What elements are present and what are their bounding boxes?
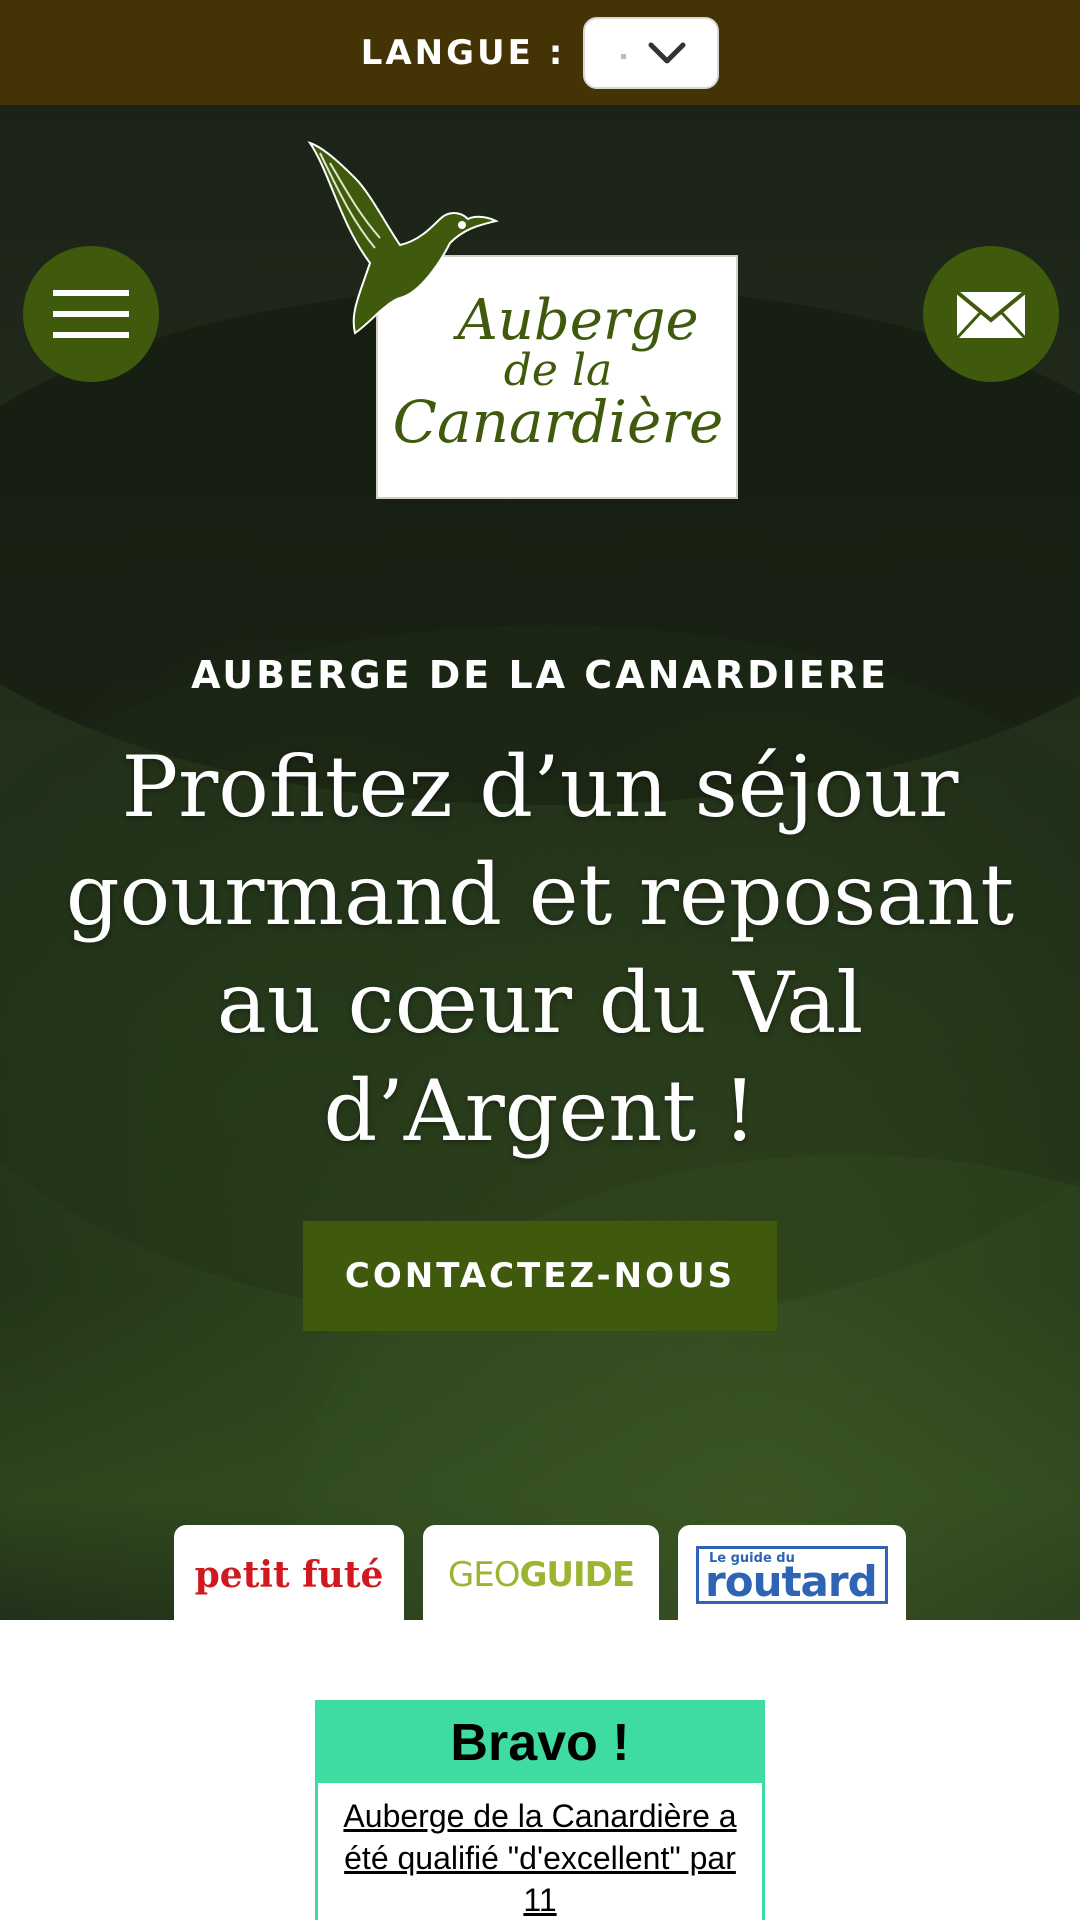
geoguide-logo-part-1: GEO [447,1555,521,1595]
hero-headline: Profitez d’un séjour gourmand et reposan… [65,738,1015,1160]
guide-badges: petit futé GEOGUIDE Le guide du routard [0,1525,1080,1620]
flag-icon [621,53,627,59]
hero-eyebrow: AUBERGE DE LA CANARDIERE [191,653,889,697]
logo-line-3: Canardière [392,388,724,456]
bravo-review-link[interactable]: Auberge de la Canardière a été qualifié … [318,1783,762,1920]
menu-button[interactable] [23,246,159,382]
routard-logo: Le guide du routard [696,1546,888,1606]
language-label: LANGUE : [360,32,566,73]
logo-line-2: de la [503,345,613,396]
geoguide-badge[interactable]: GEOGUIDE [423,1525,659,1620]
envelope-icon [955,290,1027,340]
language-select[interactable] [583,16,720,89]
routard-badge[interactable]: Le guide du routard [678,1525,906,1620]
routard-big-text: routard [705,1557,878,1606]
chevron-down-icon [648,42,686,63]
petit-fute-logo: petit futé [194,1554,384,1596]
contact-mail-button[interactable] [923,246,1059,382]
logo-line-1: Auberge [457,288,699,353]
geoguide-logo: GEOGUIDE [447,1555,635,1595]
contact-us-button[interactable]: CONTACTEZ-NOUS [303,1221,777,1331]
petit-fute-badge[interactable]: petit futé [174,1525,404,1620]
hero-section: Auberge de la Canardière AUBERGE DE LA C… [0,105,1080,1620]
geoguide-logo-part-2: GUIDE [519,1555,635,1595]
logo-text: Auberge de la Canardière [388,288,728,456]
site-logo[interactable]: Auberge de la Canardière [300,133,740,499]
bravo-widget: Bravo ! Auberge de la Canardière a été q… [315,1700,765,1920]
bravo-title: Bravo ! [318,1703,762,1783]
language-bar: LANGUE : [0,0,1080,105]
